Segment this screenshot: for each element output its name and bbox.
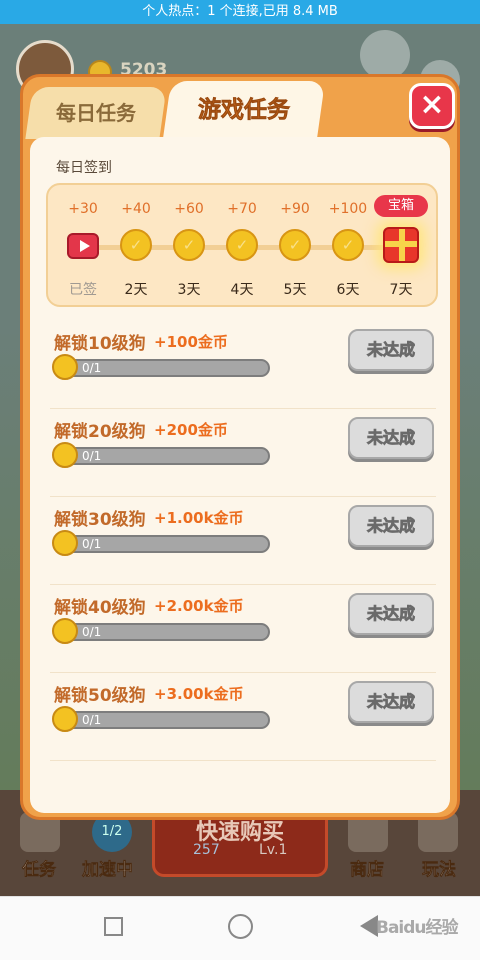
checkin-title: 每日签到 xyxy=(56,160,112,176)
close-icon: × xyxy=(419,87,445,122)
howto-button[interactable]: 玩法 xyxy=(422,855,457,881)
task-row: 解锁50级狗 +3.00k金币 0/1 未达成 xyxy=(50,673,436,761)
checkin-bonus: +40 xyxy=(121,201,151,217)
coin-icon xyxy=(52,530,78,556)
task-title: 解锁20级狗 xyxy=(54,422,146,442)
tab-label: 每日任务 xyxy=(56,101,136,125)
video-icon xyxy=(67,233,99,259)
task-claim-button[interactable]: 未达成 xyxy=(348,681,434,723)
task-claim-button[interactable]: 未达成 xyxy=(348,417,434,459)
bubble-icon xyxy=(360,30,410,80)
checkin-day[interactable]: +100 ✓ 6天 xyxy=(323,185,373,309)
coin-icon xyxy=(52,706,78,732)
checkin-bonus: +30 xyxy=(68,201,98,217)
checkin-day[interactable]: +90 ✓ 5天 xyxy=(270,185,320,309)
treasure-badge: 宝箱 xyxy=(374,195,428,217)
level-label: Lv.1 xyxy=(259,842,288,858)
gift-icon xyxy=(383,227,419,263)
checkin-day[interactable]: +30 已签 xyxy=(58,185,108,309)
watermark: Baidu经验 xyxy=(376,918,459,938)
task-row: 解锁20级狗 +200金币 0/1 未达成 xyxy=(50,409,436,497)
task-claim-button[interactable]: 未达成 xyxy=(348,329,434,371)
tab-label: 游戏任务 xyxy=(198,97,291,124)
shop-button[interactable]: 商店 xyxy=(350,855,385,881)
checkin-day-label: 4天 xyxy=(230,282,254,298)
speedup-button[interactable]: 加速中 xyxy=(82,855,134,881)
recent-apps-icon[interactable] xyxy=(104,917,123,936)
task-reward: +3.00k金币 xyxy=(154,685,244,703)
checkin-day[interactable]: +60 ✓ 3天 xyxy=(164,185,214,309)
checkin-bonus: +90 xyxy=(280,201,310,217)
home-icon[interactable] xyxy=(228,914,253,939)
coin-icon: ✓ xyxy=(120,229,152,261)
checkin-day-label: 2天 xyxy=(124,282,148,298)
checkin-day[interactable]: +40 ✓ 2天 xyxy=(111,185,161,309)
coin-icon xyxy=(52,442,78,468)
close-button[interactable]: × xyxy=(409,83,455,129)
task-reward: +200金币 xyxy=(154,421,228,439)
tab-game-tasks[interactable]: 游戏任务 xyxy=(162,81,326,139)
coin-icon: ✓ xyxy=(226,229,258,261)
daily-checkin: +30 已签 +40 ✓ 2天 +60 ✓ 3天 +70 ✓ 4天 +90 ✓ xyxy=(46,183,438,307)
task-claim-button[interactable]: 未达成 xyxy=(348,505,434,547)
status-text: 个人热点：1 个连接,已用 8.4 MB xyxy=(142,4,338,19)
checkin-day-label: 6天 xyxy=(336,282,360,298)
task-claim-button[interactable]: 未达成 xyxy=(348,593,434,635)
task-row: 解锁30级狗 +1.00k金币 0/1 未达成 xyxy=(50,497,436,585)
gem-count: 257 xyxy=(193,842,220,858)
checkin-day[interactable]: 宝箱 7天 xyxy=(374,185,428,309)
task-title: 解锁50级狗 xyxy=(54,686,146,706)
task-progress-text: 0/1 xyxy=(82,449,102,463)
checkin-bonus: +70 xyxy=(227,201,257,217)
task-progress-text: 0/1 xyxy=(82,713,102,727)
coin-icon xyxy=(52,618,78,644)
coin-icon: ✓ xyxy=(332,229,364,261)
task-title: 解锁40级狗 xyxy=(54,598,146,618)
tab-daily-tasks[interactable]: 每日任务 xyxy=(25,87,167,139)
checkin-day-label: 7天 xyxy=(389,282,413,298)
task-modal: 每日任务 游戏任务 × 每日签到 +30 已签 +40 ✓ 2天 +60 ✓ 3… xyxy=(20,74,460,820)
tasks-button[interactable]: 任务 xyxy=(22,855,57,881)
task-reward: +1.00k金币 xyxy=(154,509,244,527)
task-progress-text: 0/1 xyxy=(82,361,102,375)
task-progress-text: 0/1 xyxy=(82,625,102,639)
coin-icon xyxy=(52,354,78,380)
checkin-day-label: 已签 xyxy=(69,282,97,298)
coin-icon: ✓ xyxy=(279,229,311,261)
status-bar: 个人热点：1 个连接,已用 8.4 MB xyxy=(0,0,480,24)
checkin-bonus: +60 xyxy=(174,201,204,217)
task-progress-text: 0/1 xyxy=(82,537,102,551)
task-reward: +100金币 xyxy=(154,333,228,351)
system-nav-bar: Baidu经验 xyxy=(0,896,480,960)
tasks-panel: 每日签到 +30 已签 +40 ✓ 2天 +60 ✓ 3天 +70 ✓ 4天 +… xyxy=(30,137,450,813)
task-row: 解锁40级狗 +2.00k金币 0/1 未达成 xyxy=(50,585,436,673)
checkin-day-label: 5天 xyxy=(283,282,307,298)
task-title: 解锁30级狗 xyxy=(54,510,146,530)
checkin-day[interactable]: +70 ✓ 4天 xyxy=(217,185,267,309)
checkin-bonus: +100 xyxy=(328,201,368,217)
task-reward: +2.00k金币 xyxy=(154,597,244,615)
checkin-day-label: 3天 xyxy=(177,282,201,298)
task-row: 解锁10级狗 +100金币 0/1 未达成 xyxy=(50,321,436,409)
speedup-badge: 1/2 xyxy=(101,824,123,839)
coin-icon: ✓ xyxy=(173,229,205,261)
task-title: 解锁10级狗 xyxy=(54,334,146,354)
